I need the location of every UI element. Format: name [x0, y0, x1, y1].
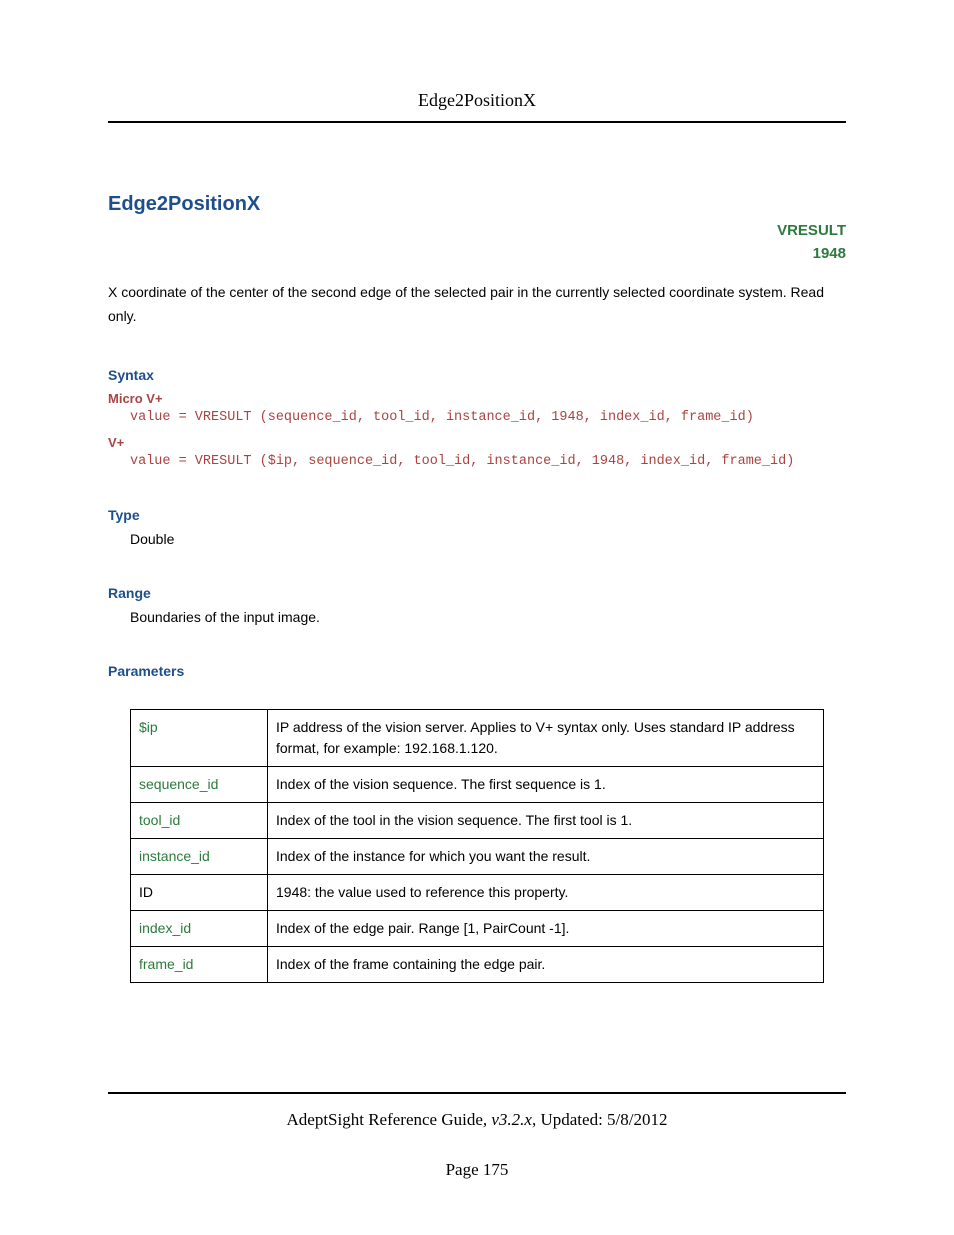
footer-doc-title: AdeptSight Reference Guide — [287, 1110, 483, 1129]
table-row: ID1948: the value used to reference this… — [131, 874, 824, 910]
footer-text: AdeptSight Reference Guide, v3.2.x, Upda… — [108, 1110, 846, 1130]
tag-vresult: VRESULT — [108, 220, 846, 243]
param-desc: Index of the edge pair. Range [1, PairCo… — [268, 910, 824, 946]
type-heading: Type — [108, 507, 846, 523]
param-desc: 1948: the value used to reference this p… — [268, 874, 824, 910]
footer-version: , v3.2.x — [483, 1110, 532, 1129]
parameters-heading: Parameters — [108, 663, 846, 679]
param-name: ID — [131, 874, 268, 910]
param-name: index_id — [131, 910, 268, 946]
footer-updated: , Updated: 5/8/2012 — [532, 1110, 668, 1129]
table-row: sequence_idIndex of the vision sequence.… — [131, 766, 824, 802]
param-name: sequence_id — [131, 766, 268, 802]
tag-id: 1948 — [108, 243, 846, 266]
micro-vplus-code: value = VRESULT (sequence_id, tool_id, i… — [108, 410, 846, 425]
content-area: Edge2PositionX VRESULT 1948 X coordinate… — [108, 123, 846, 983]
parameters-table: $ipIP address of the vision server. Appl… — [130, 709, 824, 983]
type-value: Double — [108, 531, 846, 547]
tag-block: VRESULT 1948 — [108, 220, 846, 265]
footer-rule — [108, 1092, 846, 1094]
vplus-code: value = VRESULT ($ip, sequence_id, tool_… — [108, 454, 846, 469]
table-row: index_idIndex of the edge pair. Range [1… — [131, 910, 824, 946]
page-title: Edge2PositionX — [108, 193, 846, 216]
syntax-heading: Syntax — [108, 367, 846, 383]
micro-vplus-label: Micro V+ — [108, 391, 846, 406]
param-desc: Index of the instance for which you want… — [268, 838, 824, 874]
range-value: Boundaries of the input image. — [108, 609, 846, 625]
param-name: $ip — [131, 709, 268, 766]
param-desc: Index of the vision sequence. The first … — [268, 766, 824, 802]
param-desc: Index of the tool in the vision sequence… — [268, 802, 824, 838]
table-row: $ipIP address of the vision server. Appl… — [131, 709, 824, 766]
running-header: Edge2PositionX — [108, 0, 846, 123]
table-row: tool_idIndex of the tool in the vision s… — [131, 802, 824, 838]
description-text: X coordinate of the center of the second… — [108, 281, 846, 329]
vplus-label: V+ — [108, 435, 846, 450]
range-heading: Range — [108, 585, 846, 601]
page-number: Page 175 — [108, 1160, 846, 1180]
param-desc: IP address of the vision server. Applies… — [268, 709, 824, 766]
table-row: instance_idIndex of the instance for whi… — [131, 838, 824, 874]
param-desc: Index of the frame containing the edge p… — [268, 946, 824, 982]
table-row: frame_idIndex of the frame containing th… — [131, 946, 824, 982]
parameters-tbody: $ipIP address of the vision server. Appl… — [131, 709, 824, 982]
param-name: instance_id — [131, 838, 268, 874]
page-footer: AdeptSight Reference Guide, v3.2.x, Upda… — [108, 1092, 846, 1180]
param-name: frame_id — [131, 946, 268, 982]
param-name: tool_id — [131, 802, 268, 838]
